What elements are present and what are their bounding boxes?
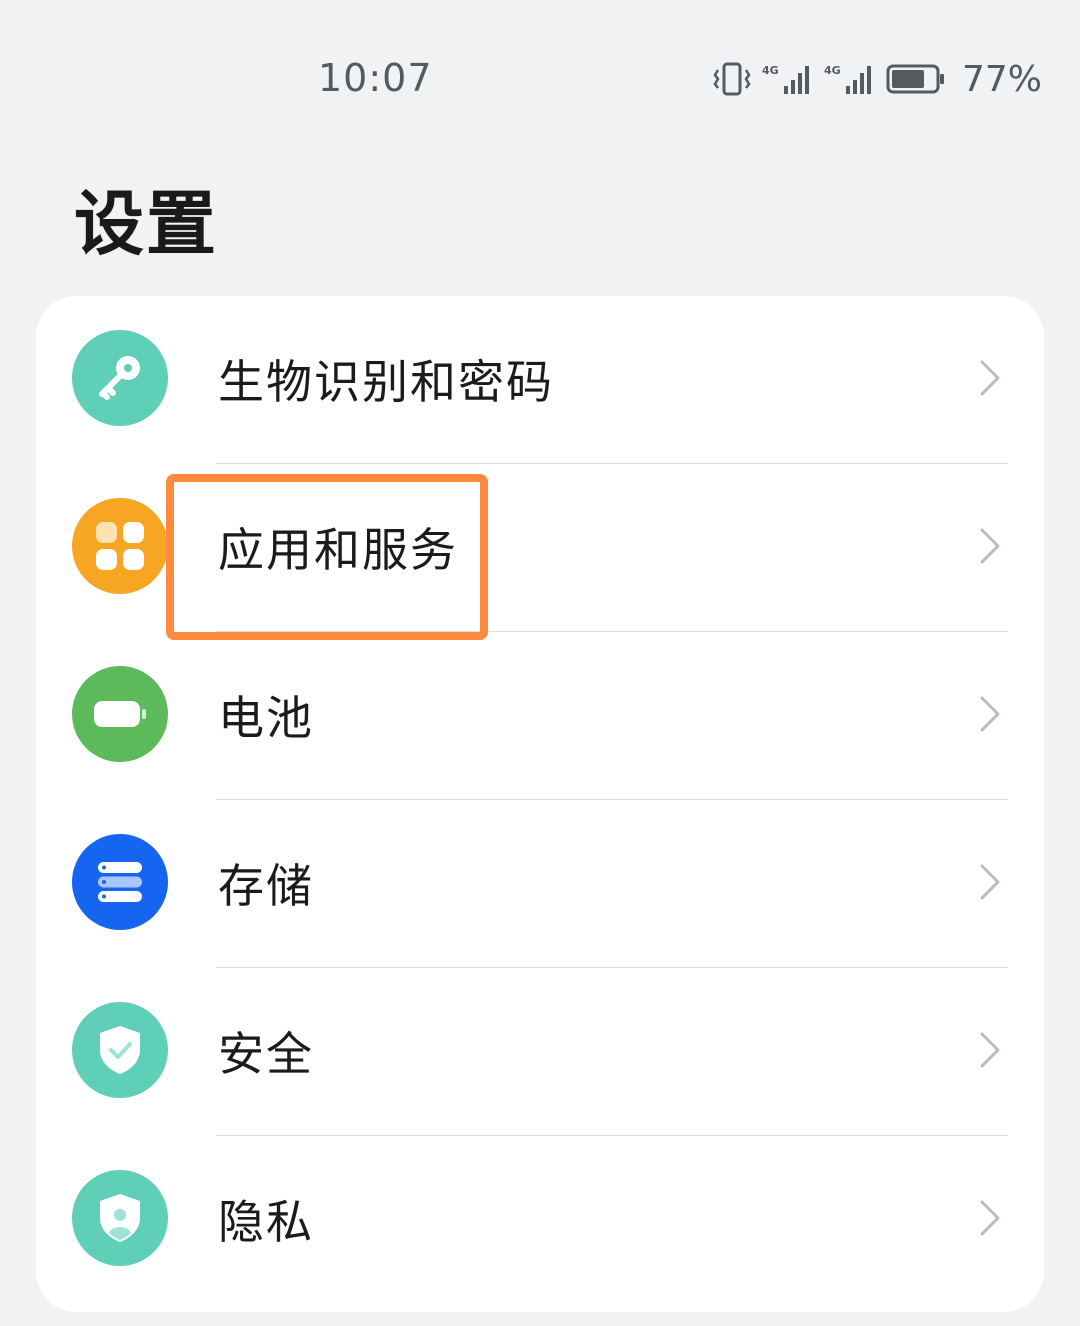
chevron-right-icon [980,528,1000,564]
chevron-right-icon [980,360,1000,396]
chevron-right-icon [980,1032,1000,1068]
key-icon [72,330,168,426]
storage-icon [72,834,168,930]
settings-item-battery[interactable]: 电池 [36,632,1044,800]
settings-item-biometrics[interactable]: 生物识别和密码 [36,296,1044,464]
status-bar: 10:07 4G 4G 77% [0,0,1080,150]
signal-icon-1: 4G [762,64,809,94]
battery-icon [72,666,168,762]
status-time: 10:07 [318,56,433,100]
settings-item-label: 安全 [218,1027,314,1081]
battery-status-icon [886,64,944,94]
network-label-2: 4G [824,64,841,77]
settings-item-privacy[interactable]: 隐私 [36,1136,1044,1304]
settings-item-storage[interactable]: 存储 [36,800,1044,968]
status-icons: 4G 4G 77% [712,58,1042,100]
page-title: 设置 [74,183,218,265]
settings-list: 生物识别和密码 应用和服务 电池 存储 安全 隐私 [36,296,1044,1312]
chevron-right-icon [980,696,1000,732]
network-label-1: 4G [762,64,779,77]
chevron-right-icon [980,1200,1000,1236]
shield-check-icon [72,1002,168,1098]
settings-item-label: 隐私 [218,1195,314,1249]
battery-percent: 77% [961,58,1042,100]
settings-item-label: 生物识别和密码 [218,355,554,409]
apps-icon [72,498,168,594]
highlight-box [166,474,488,640]
chevron-right-icon [980,864,1000,900]
signal-icon-2: 4G [824,64,871,94]
settings-item-security[interactable]: 安全 [36,968,1044,1136]
settings-item-label: 存储 [218,859,314,913]
privacy-shield-icon [72,1170,168,1266]
vibrate-icon [713,62,751,96]
settings-item-label: 电池 [218,691,314,745]
